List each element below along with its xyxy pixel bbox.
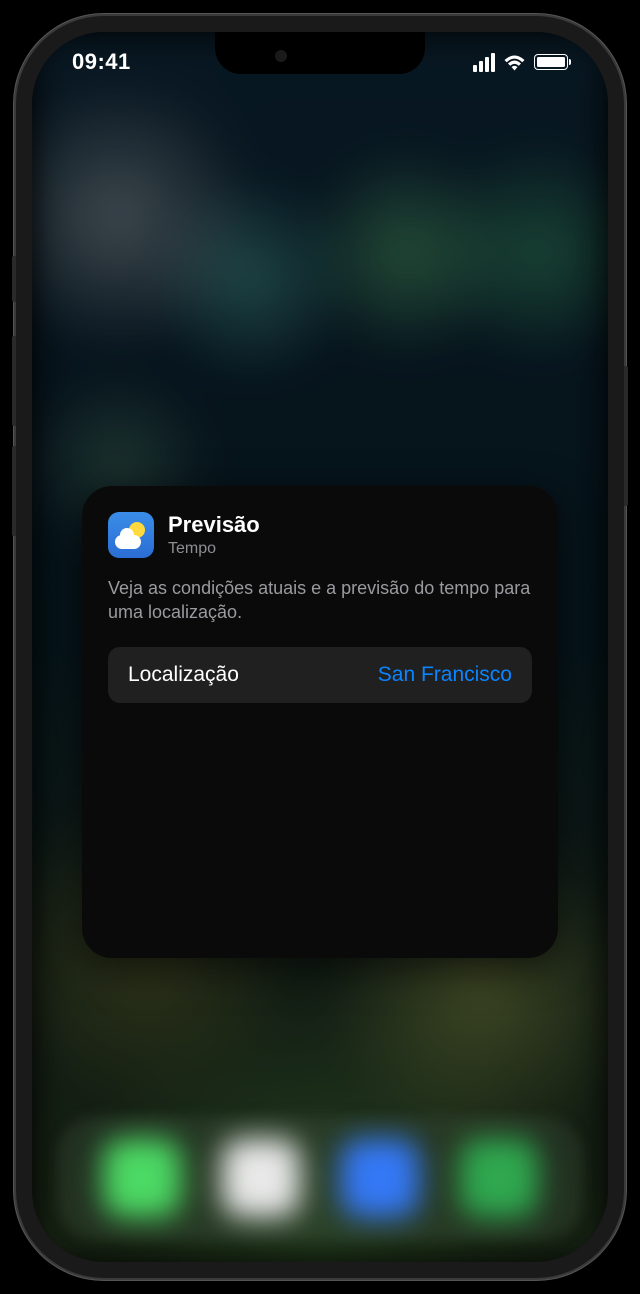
location-label: Localização bbox=[128, 663, 239, 687]
dock-app-icon bbox=[103, 1139, 181, 1217]
widget-title-group: Previsão Tempo bbox=[168, 512, 260, 558]
cellular-signal-icon bbox=[473, 53, 495, 72]
volume-up-button bbox=[12, 336, 16, 426]
mute-switch bbox=[12, 256, 16, 302]
weather-app-icon bbox=[108, 512, 154, 558]
status-indicators bbox=[473, 53, 568, 72]
location-value: San Francisco bbox=[378, 663, 512, 687]
status-time: 09:41 bbox=[72, 49, 131, 75]
widget-header: Previsão Tempo bbox=[108, 512, 532, 558]
dock-app-icon bbox=[460, 1139, 538, 1217]
screen: 09:41 bbox=[32, 32, 608, 1262]
phone-frame: 09:41 bbox=[16, 16, 624, 1278]
widget-app-name: Tempo bbox=[168, 539, 260, 558]
dock bbox=[82, 1134, 558, 1222]
power-button bbox=[624, 366, 628, 506]
dock-app-icon bbox=[222, 1139, 300, 1217]
notch bbox=[215, 32, 425, 74]
widget-description: Veja as condições atuais e a previsão do… bbox=[108, 576, 532, 625]
location-setting-row[interactable]: Localização San Francisco bbox=[108, 647, 532, 703]
widget-title: Previsão bbox=[168, 512, 260, 538]
battery-icon bbox=[534, 54, 568, 70]
wifi-icon bbox=[503, 54, 526, 71]
volume-down-button bbox=[12, 446, 16, 536]
widget-edit-panel: Previsão Tempo Veja as condições atuais … bbox=[82, 486, 558, 958]
dock-app-icon bbox=[341, 1139, 419, 1217]
